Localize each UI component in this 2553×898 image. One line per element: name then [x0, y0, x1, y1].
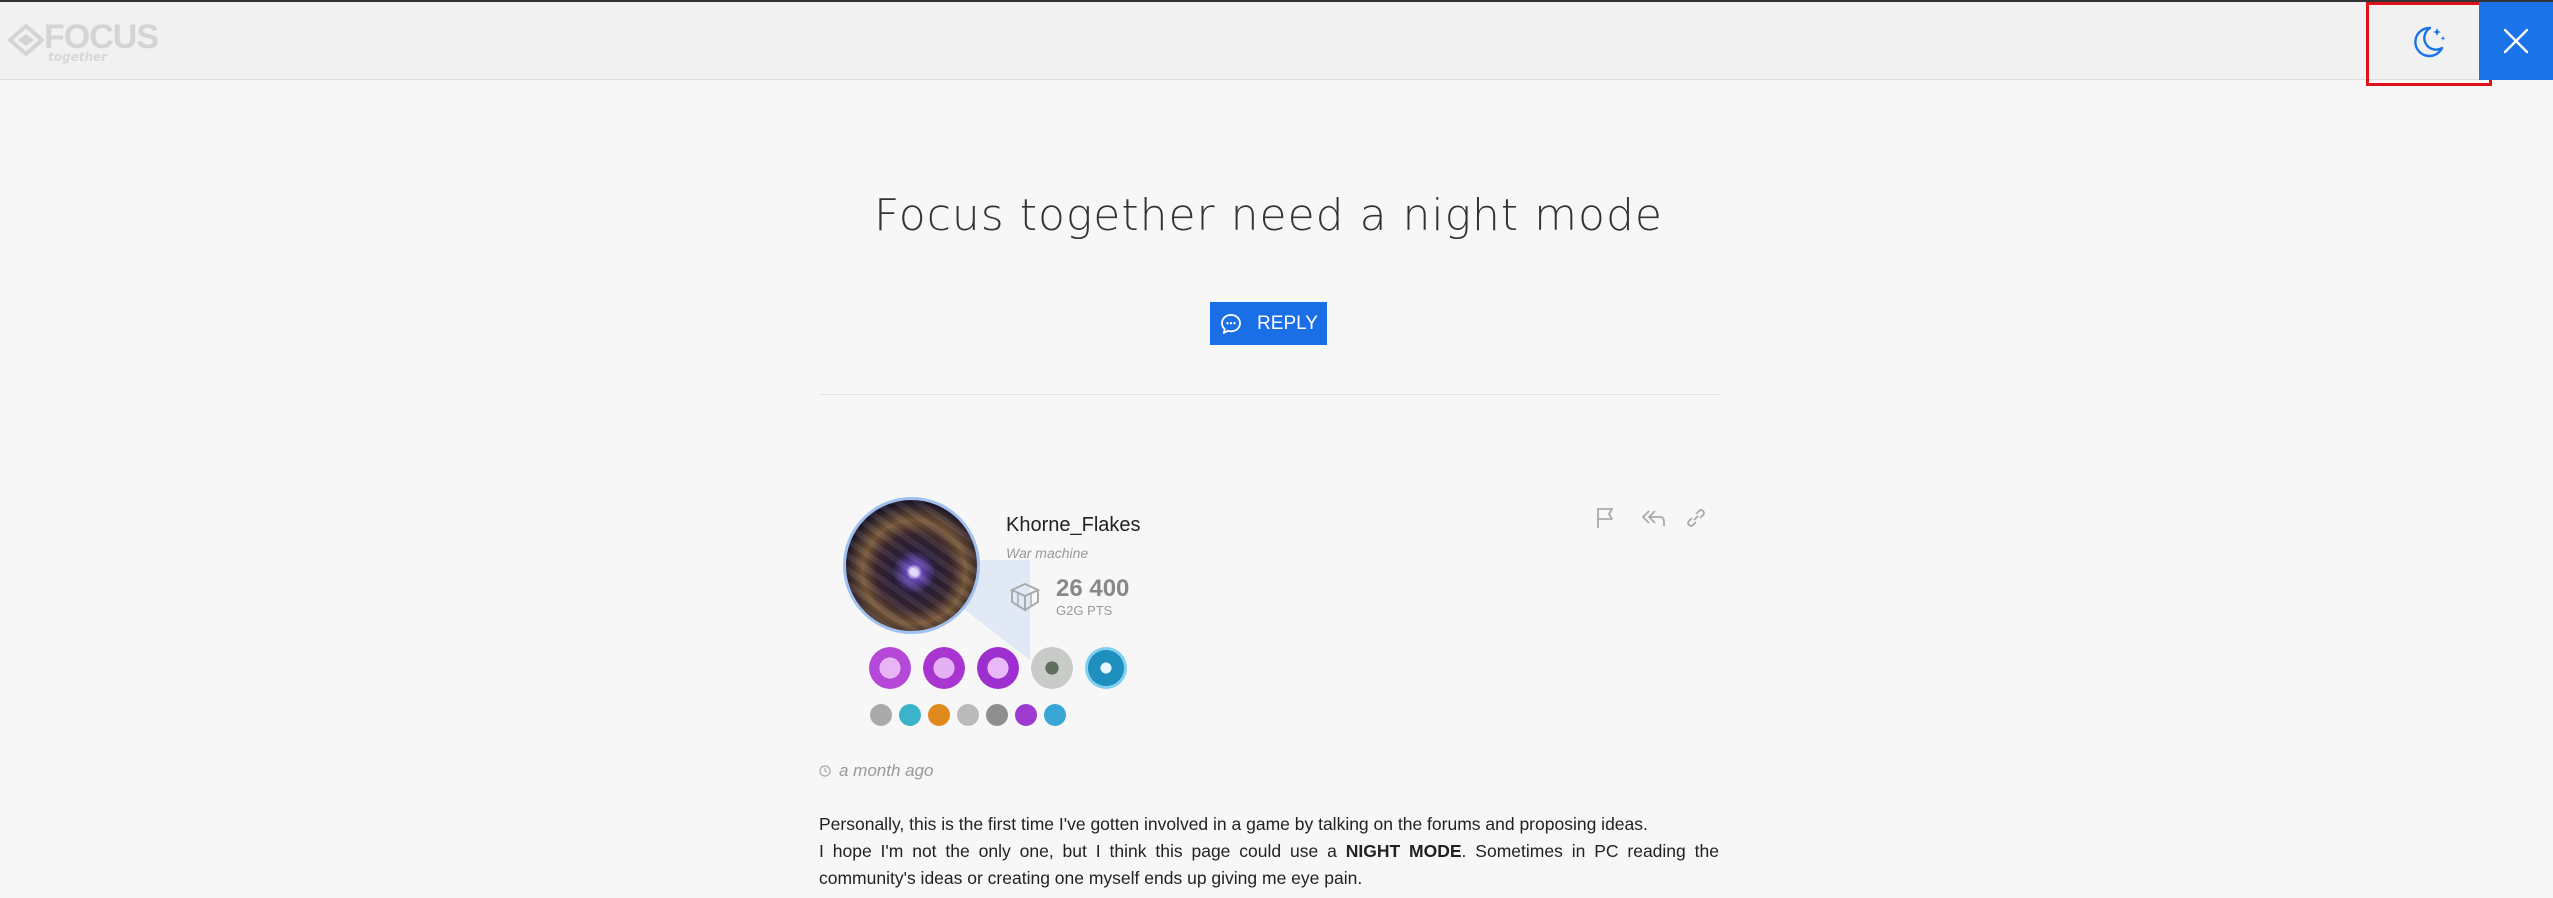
badge-icon[interactable] [977, 647, 1019, 689]
small-badge-icon[interactable] [957, 704, 979, 726]
small-badge-icon[interactable] [1015, 704, 1037, 726]
small-badge-icon[interactable] [986, 704, 1008, 726]
small-badge-icon[interactable] [1044, 704, 1066, 726]
close-button[interactable] [2479, 2, 2553, 80]
thread-title: Focus together need a night mode [874, 190, 1663, 241]
post-emphasis: NIGHT MODE [1345, 841, 1462, 861]
timestamp-text: a month ago [839, 761, 934, 780]
author-rank: War machine [1006, 545, 1089, 561]
speech-bubble-icon [1221, 313, 1241, 334]
author-name[interactable]: Khorne_Flakes [1006, 514, 1141, 537]
post-timestamp: a month ago [819, 761, 934, 781]
badge-icon[interactable] [923, 647, 965, 689]
post-paragraph: Personally, this is the first time I've … [819, 814, 1648, 834]
flag-icon[interactable] [1594, 506, 1616, 530]
logo-mark-icon [8, 24, 44, 56]
avatar[interactable] [843, 497, 980, 634]
night-mode-button[interactable] [2378, 4, 2478, 80]
clock-icon [819, 765, 831, 777]
badge-icon[interactable] [1085, 647, 1127, 689]
top-bar [0, 0, 2553, 80]
quote-reply-icon[interactable] [1640, 506, 1666, 530]
badge-icon[interactable] [1031, 647, 1073, 689]
divider [819, 394, 1719, 395]
points-value: 26 400 [1056, 575, 1130, 602]
post-text: I hope I'm not the only one, but I think… [819, 841, 1346, 861]
close-icon [2503, 28, 2529, 54]
reply-button[interactable]: REPLY [1210, 302, 1327, 345]
small-badge-icon[interactable] [899, 704, 921, 726]
moon-stars-icon [2414, 26, 2446, 58]
logo[interactable]: FOCUS together [8, 16, 159, 66]
reply-label: REPLY [1257, 312, 1318, 334]
post-body: Personally, this is the first time I've … [819, 811, 1719, 892]
post-paragraph: I hope I'm not the only one, but I think… [819, 838, 1719, 892]
small-badge-icon[interactable] [870, 704, 892, 726]
points-label: G2G PTS [1056, 603, 1113, 618]
link-icon[interactable] [1684, 506, 1708, 530]
badge-icon[interactable] [869, 647, 911, 689]
points-icon [1009, 582, 1041, 612]
small-badge-icon[interactable] [928, 704, 950, 726]
logo-subtext: together [48, 50, 108, 64]
